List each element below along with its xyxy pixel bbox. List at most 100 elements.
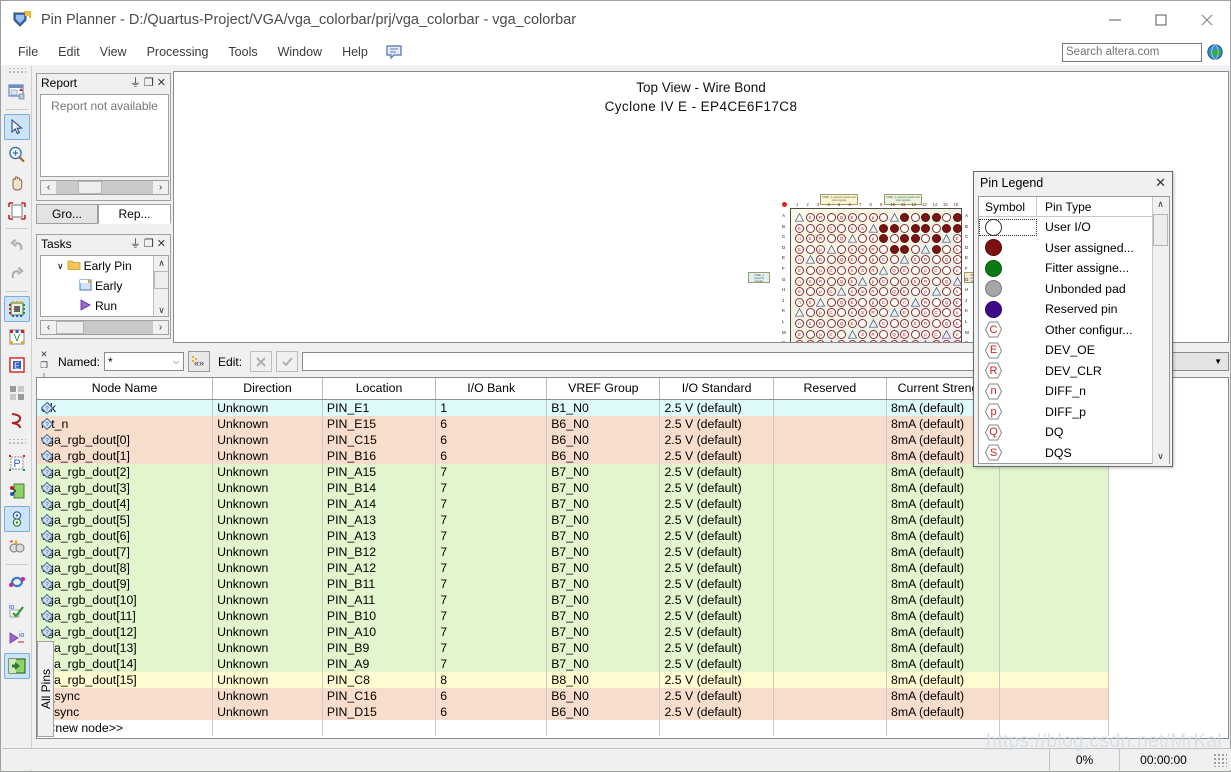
chip-pin[interactable] bbox=[942, 287, 951, 297]
cell-cur[interactable]: 8mA (default) bbox=[886, 703, 1001, 720]
message-icon[interactable] bbox=[385, 44, 403, 60]
hand-pan-tool-icon[interactable] bbox=[4, 170, 30, 196]
tasks-scroll-down[interactable]: ∨ bbox=[154, 303, 168, 316]
report-scroll-track[interactable] bbox=[56, 181, 153, 194]
cell-cur[interactable]: 8mA (default) bbox=[886, 607, 1001, 624]
chip-pin[interactable] bbox=[826, 255, 836, 265]
highlight-regions-icon[interactable] bbox=[4, 380, 30, 406]
cell-empty[interactable] bbox=[212, 719, 323, 736]
chip-pin[interactable]: n bbox=[795, 297, 804, 307]
chip-pin[interactable] bbox=[899, 255, 910, 264]
cell-res[interactable] bbox=[773, 495, 887, 512]
cell-res[interactable] bbox=[773, 543, 887, 560]
table-row[interactable]: ?clkUnknownPIN_E11B1_N02.5 V (default)8m… bbox=[37, 399, 1109, 416]
chip-pin[interactable]: n bbox=[900, 297, 909, 307]
cell-slew[interactable] bbox=[999, 655, 1109, 672]
io-assignment-warnings-icon[interactable]: io bbox=[4, 597, 30, 623]
chip-pin[interactable]: n bbox=[795, 255, 804, 265]
tasks-scroll-track[interactable] bbox=[56, 321, 153, 334]
chip-pin[interactable] bbox=[900, 223, 909, 233]
column-header[interactable]: Direction bbox=[212, 378, 323, 400]
cell-loc[interactable]: PIN_A9 bbox=[322, 655, 437, 672]
cell-slew[interactable] bbox=[999, 575, 1109, 592]
chip-pin[interactable] bbox=[889, 244, 899, 254]
chevron-down-icon[interactable]: ▼ bbox=[1214, 357, 1222, 366]
chip-pin[interactable]: n bbox=[952, 244, 962, 254]
resize-grip-icon[interactable] bbox=[1213, 752, 1227, 767]
cell-vref[interactable]: B6_N0 bbox=[546, 687, 661, 704]
report-scroll-left[interactable]: ‹ bbox=[41, 181, 56, 194]
show-io-banks-icon[interactable] bbox=[4, 408, 30, 434]
chip-pin[interactable] bbox=[879, 213, 888, 222]
cell-res[interactable] bbox=[773, 527, 887, 544]
report-pin-button[interactable]: ⏚ bbox=[130, 77, 141, 89]
cell-loc[interactable]: PIN_E15 bbox=[322, 415, 437, 432]
column-header[interactable]: I/O Standard bbox=[659, 378, 774, 400]
cell-node[interactable]: ? rst_n bbox=[37, 415, 214, 432]
cell-std[interactable]: 2.5 V (default) bbox=[659, 639, 774, 656]
chip-pin[interactable]: S bbox=[858, 308, 867, 318]
cell-node[interactable]: ?vga_rgb_dout[15] bbox=[37, 671, 214, 688]
chip-pin[interactable]: Q bbox=[942, 340, 951, 342]
chip-pin[interactable] bbox=[847, 234, 857, 243]
cell-node[interactable]: ? vga_rgb_dout[1] bbox=[37, 447, 214, 464]
cell-dir[interactable]: Unknown bbox=[212, 415, 323, 432]
chip-pin[interactable]: E bbox=[847, 319, 857, 328]
cell-node[interactable]: ? vga_rgb_dout[12] bbox=[37, 623, 214, 640]
cell-std[interactable]: 2.5 V (default) bbox=[659, 607, 774, 624]
cell-bank[interactable]: 6 bbox=[435, 687, 548, 704]
table-row[interactable]: ? vga_rgb_dout[10] Unknown PIN_A11 7 B7_N0 2.5… bbox=[37, 591, 1109, 608]
chip-pin[interactable] bbox=[837, 329, 846, 339]
cell-loc[interactable]: PIN_D15 bbox=[322, 703, 437, 720]
chip-pin[interactable]: E bbox=[952, 234, 962, 244]
cell-dir[interactable]: Unknown bbox=[212, 591, 323, 608]
cell-slew[interactable] bbox=[999, 607, 1109, 624]
chip-pin[interactable]: S bbox=[910, 255, 920, 265]
menu-tools[interactable]: Tools bbox=[219, 42, 266, 62]
cell-dir[interactable]: Unknown bbox=[212, 495, 323, 512]
chip-pin[interactable]: C bbox=[826, 266, 836, 275]
chip-pin[interactable]: n bbox=[952, 287, 962, 297]
cell-std[interactable]: 2.5 V (default) bbox=[659, 687, 774, 704]
cell-node[interactable]: ? vga_rgb_dout[3] bbox=[37, 479, 214, 496]
cell-bank[interactable]: 7 bbox=[435, 543, 548, 560]
chip-pin[interactable]: E bbox=[952, 319, 962, 328]
cell-std[interactable]: 2.5 V (default) bbox=[659, 511, 774, 528]
cell-vref[interactable]: B7_N0 bbox=[546, 479, 661, 496]
chip-pin[interactable]: S bbox=[910, 276, 920, 286]
chip-pin[interactable] bbox=[879, 329, 888, 339]
report-float-button[interactable]: ❐ bbox=[144, 77, 154, 89]
chip-pin[interactable]: R bbox=[816, 234, 825, 244]
chip-pin[interactable] bbox=[836, 287, 847, 296]
chip-pin[interactable]: S bbox=[858, 223, 867, 233]
chip-pin[interactable] bbox=[910, 223, 920, 233]
cell-bank[interactable]: 6 bbox=[435, 447, 548, 464]
task-row[interactable]: Run bbox=[41, 296, 168, 316]
cell-dir[interactable]: Unknown bbox=[212, 655, 323, 672]
chip-pin[interactable]: R bbox=[816, 340, 825, 342]
chip-pin[interactable] bbox=[879, 223, 888, 233]
cell-res[interactable] bbox=[773, 431, 887, 448]
cell-dir[interactable]: Unknown bbox=[212, 431, 323, 448]
tasks-scroll-left[interactable]: ‹ bbox=[41, 321, 56, 334]
chip-pin[interactable]: S bbox=[805, 234, 815, 244]
cell-loc[interactable]: PIN_A10 bbox=[322, 623, 437, 640]
cell-vref[interactable]: B7_N0 bbox=[546, 463, 661, 480]
column-header[interactable]: VREF Group bbox=[546, 378, 661, 400]
cell-empty[interactable] bbox=[886, 719, 1001, 736]
report-scroll-right[interactable]: › bbox=[153, 181, 168, 194]
cell-vref[interactable]: B7_N0 bbox=[546, 591, 661, 608]
chip-pin[interactable] bbox=[889, 297, 899, 307]
chip-pin[interactable] bbox=[920, 244, 931, 254]
chip-pin[interactable]: p bbox=[816, 266, 825, 275]
chip-pin[interactable]: Q bbox=[837, 213, 846, 222]
cell-std[interactable]: 2.5 V (default) bbox=[659, 495, 774, 512]
report-close-button[interactable]: ✕ bbox=[157, 77, 166, 89]
chip-pin[interactable]: E bbox=[795, 266, 804, 275]
cell-slew[interactable] bbox=[999, 559, 1109, 576]
table-row[interactable]: ? vga_rgb_dout[4] Unknown PIN_A14 7 B7_N0 2.5 … bbox=[37, 495, 1109, 512]
chevron-down-icon[interactable]: ⌵ bbox=[173, 357, 179, 367]
table-row[interactable]: ? vga_rgb_dout[7] Unknown PIN_B12 7 B7_N0 2.5 … bbox=[37, 543, 1109, 560]
chip-pin[interactable]: n bbox=[795, 340, 804, 342]
chip-pin[interactable]: R bbox=[921, 255, 930, 265]
